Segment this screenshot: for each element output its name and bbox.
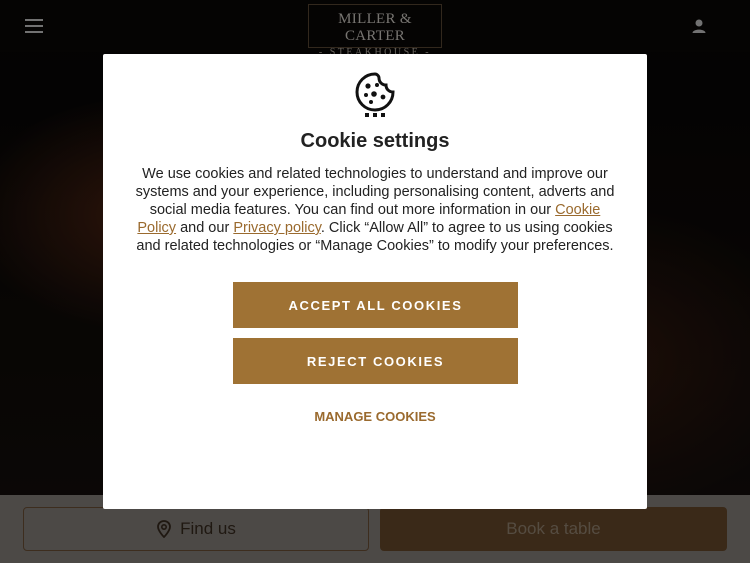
cookie-icon bbox=[355, 72, 395, 117]
dialog-title: Cookie settings bbox=[300, 130, 450, 152]
description-part-2: and our bbox=[176, 220, 234, 236]
manage-cookies-link[interactable]: MANAGE COOKIES bbox=[103, 409, 647, 424]
reject-cookies-button[interactable]: REJECT COOKIES bbox=[233, 338, 518, 384]
description-part-1: We use cookies and related technologies … bbox=[135, 166, 615, 218]
cookie-settings-dialog: Cookie settings We use cookies and relat… bbox=[103, 54, 647, 509]
dialog-description: We use cookies and related technologies … bbox=[131, 165, 619, 255]
privacy-policy-link[interactable]: Privacy policy bbox=[233, 220, 321, 236]
accept-all-cookies-button[interactable]: ACCEPT ALL COOKIES bbox=[233, 282, 518, 328]
